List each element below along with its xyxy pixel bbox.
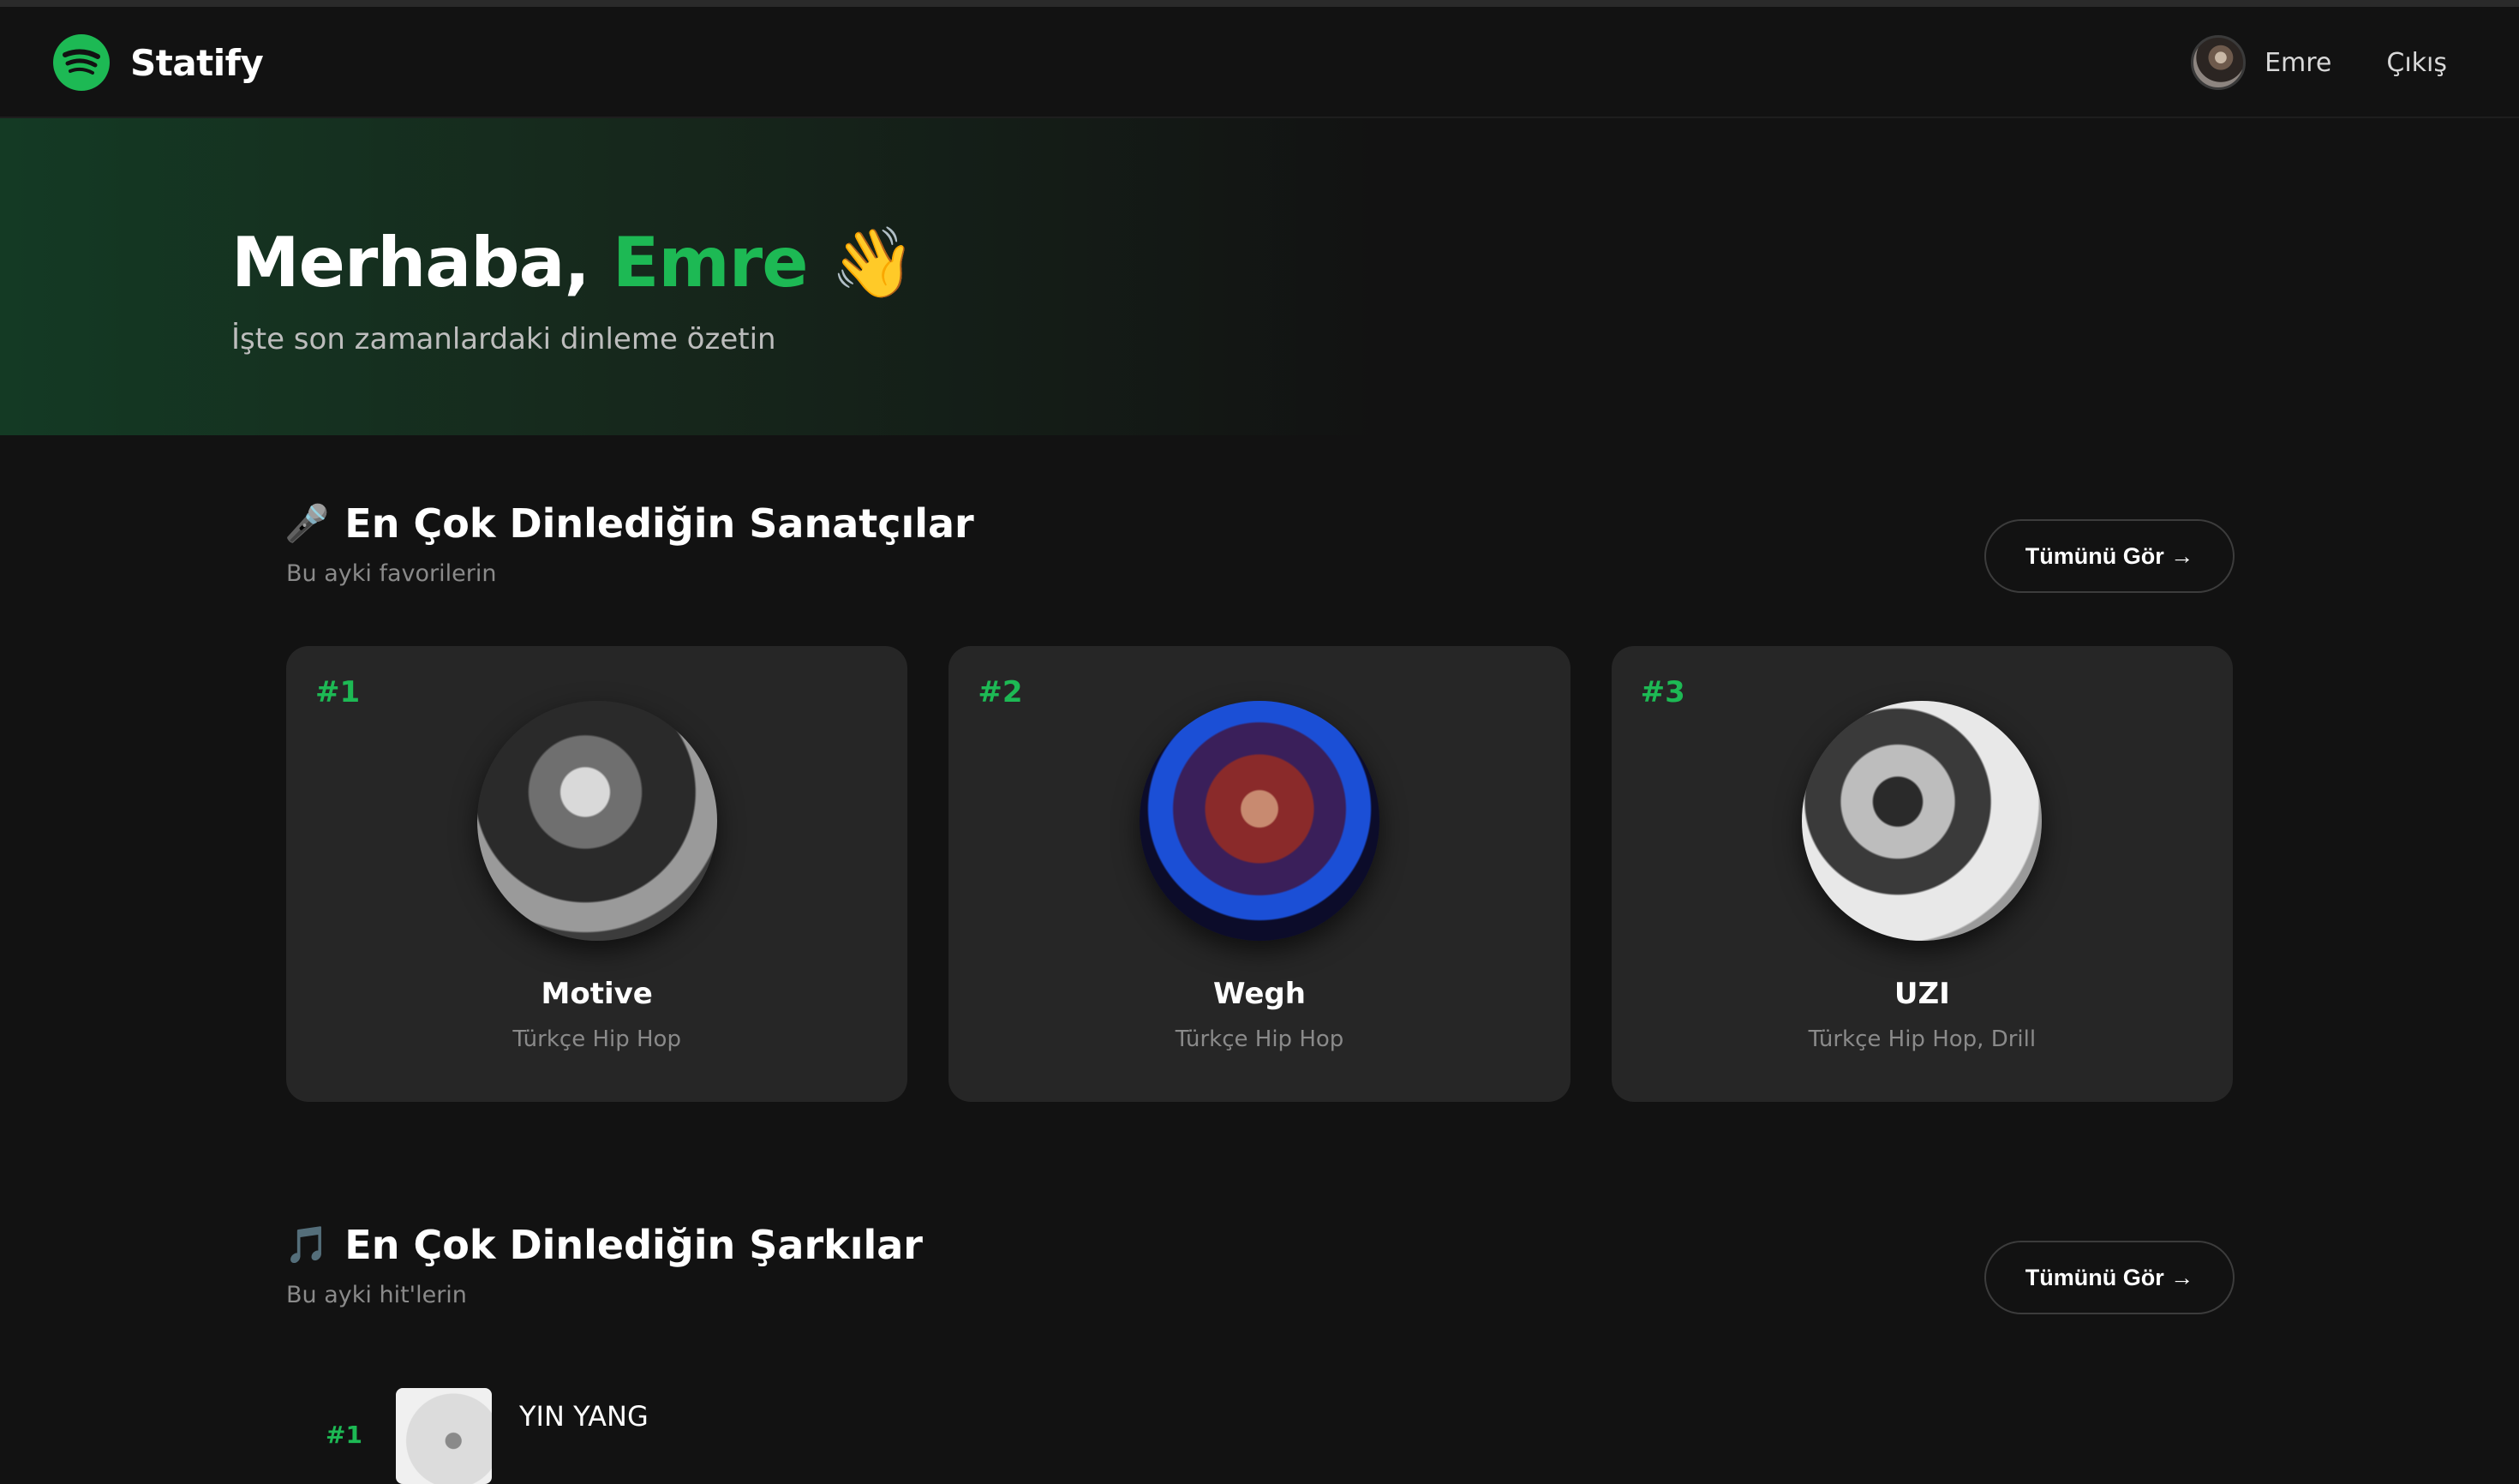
top-artists-title: 🎤 En Çok Dinlediğin Sanatçılar — [284, 500, 974, 547]
greeting-text: Merhaba, — [231, 223, 613, 302]
artist-image — [1802, 701, 2043, 941]
top-tracks-subtitle: Bu ayki hit'lerin — [286, 1282, 467, 1308]
artist-name: UZI — [1894, 977, 1950, 1011]
logout-link[interactable]: Çıkış — [2386, 48, 2447, 78]
artist-rank: #1 — [315, 675, 361, 709]
user-avatar[interactable] — [2191, 35, 2247, 90]
artist-genre: Türkçe Hip Hop, Drill — [1808, 1026, 2037, 1052]
artist-rank: #3 — [1640, 675, 1685, 709]
microphone-icon: 🎤 — [284, 502, 330, 544]
artist-card[interactable]: #3 UZI Türkçe Hip Hop, Drill — [1611, 646, 2233, 1102]
track-title: YIN YANG — [519, 1400, 649, 1433]
app-name: Statify — [130, 41, 264, 84]
artist-image — [1139, 701, 1379, 941]
top-tracks-header: 🎵 En Çok Dinlediğin Şarkılar Bu ayki hit… — [284, 1222, 2235, 1314]
track-cover-image — [396, 1388, 492, 1484]
top-tracks-title: 🎵 En Çok Dinlediğin Şarkılar — [284, 1222, 923, 1268]
spotify-logo-icon — [53, 34, 110, 91]
artist-name: Motive — [541, 977, 653, 1011]
top-artists-list: #1 Motive Türkçe Hip Hop #2 Wegh Türkçe … — [286, 646, 2233, 1102]
welcome-title: Merhaba, Emre 👋 — [231, 223, 916, 303]
top-border — [0, 0, 2519, 7]
top-artists-header: 🎤 En Çok Dinlediğin Sanatçılar Bu ayki f… — [284, 500, 2235, 593]
greeting-user-name: Emre — [612, 223, 809, 302]
music-note-icon: 🎵 — [284, 1224, 330, 1266]
artist-name: Wegh — [1213, 977, 1306, 1011]
artist-rank: #2 — [978, 675, 1023, 709]
artist-card[interactable]: #2 Wegh Türkçe Hip Hop — [948, 646, 1571, 1102]
top-navbar: Statify Emre Çıkış — [0, 7, 2519, 118]
user-menu: Emre Çıkış — [2191, 33, 2447, 93]
artist-card[interactable]: #1 Motive Türkçe Hip Hop — [286, 646, 908, 1102]
top-tracks-title-text: En Çok Dinlediğin Şarkılar — [344, 1222, 923, 1268]
brand-logo[interactable]: Statify — [53, 34, 264, 91]
artist-image — [476, 701, 717, 941]
artist-genre: Türkçe Hip Hop — [512, 1026, 681, 1052]
top-artists-title-text: En Çok Dinlediğin Sanatçılar — [344, 500, 974, 547]
tracks-see-all-button[interactable]: Tümünü Gör → — [1984, 1241, 2235, 1314]
track-rank: #1 — [326, 1421, 362, 1449]
artists-see-all-button[interactable]: Tümünü Gör → — [1984, 519, 2235, 593]
waving-hand-icon: 👋 — [830, 223, 916, 302]
top-artists-subtitle: Bu ayki favorilerin — [286, 560, 497, 587]
welcome-subtitle: İşte son zamanlardaki dinleme özetin — [231, 322, 776, 356]
welcome-hero: Merhaba, Emre 👋 İşte son zamanlardaki di… — [0, 118, 2519, 435]
artist-genre: Türkçe Hip Hop — [1175, 1026, 1344, 1052]
user-name[interactable]: Emre — [2265, 48, 2331, 78]
track-list-item[interactable]: #1 YIN YANG — [286, 1386, 1314, 1484]
